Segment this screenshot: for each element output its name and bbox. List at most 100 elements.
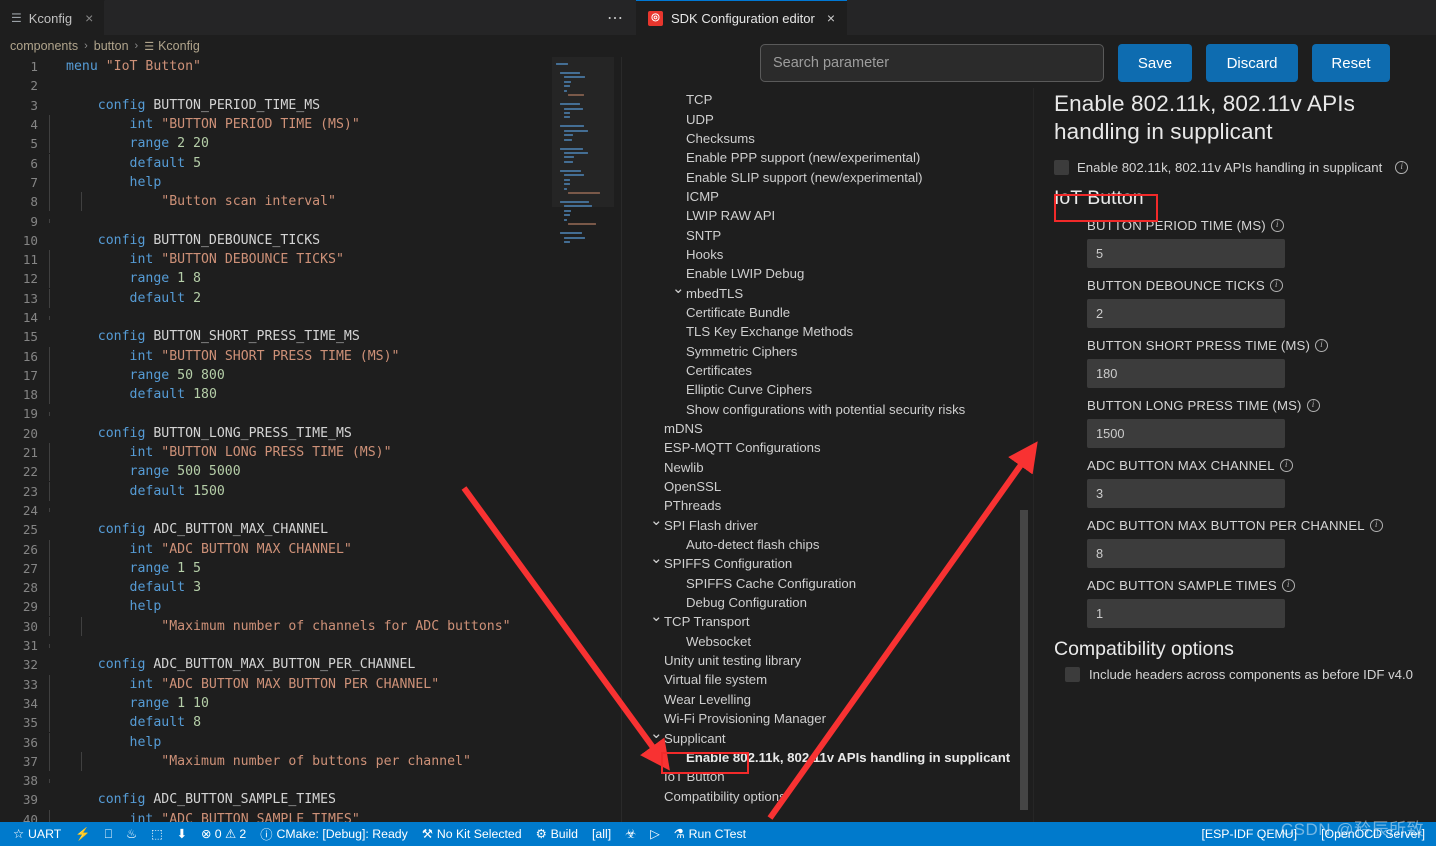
- compat-checkbox[interactable]: [1065, 666, 1080, 682]
- status-openocd-server[interactable]: [OpenOCD Server]: [1314, 822, 1432, 846]
- config-tree-item[interactable]: ESP-MQTT Configurations: [650, 438, 1034, 457]
- config-tree-item[interactable]: Certificate Bundle: [650, 303, 1034, 322]
- code-text: help: [38, 172, 161, 192]
- chevron-down-icon[interactable]: ⌄: [672, 281, 686, 296]
- line-number: 20: [22, 425, 38, 441]
- config-tree-item[interactable]: UDP: [650, 109, 1034, 128]
- info-icon[interactable]: i: [1315, 338, 1329, 352]
- search-input[interactable]: [760, 44, 1104, 82]
- config-field-input[interactable]: [1087, 238, 1285, 268]
- minimap-line: [564, 205, 593, 208]
- config-tree[interactable]: TCP UDP Checksums Enable PPP support (new/e…: [636, 88, 1034, 822]
- config-tree-item[interactable]: TLS Key Exchange Methods: [650, 322, 1034, 341]
- config-field-input[interactable]: [1087, 478, 1285, 508]
- code-content[interactable]: 1 menu "IoT Button" 2 3 config BUTTON_PERIO…: [0, 57, 636, 822]
- chevron-down-icon[interactable]: ⌄: [650, 726, 664, 741]
- config-tree-item[interactable]: Certificates: [650, 361, 1034, 380]
- code-line: 37 "Maximum number of buttons per channe…: [0, 751, 636, 771]
- config-tree-item[interactable]: Debug Configuration: [650, 593, 1034, 612]
- config-tree-item[interactable]: ⌄ mbedTLS: [650, 281, 1034, 302]
- config-tree-item[interactable]: Enable SLIP support (new/experimental): [650, 167, 1034, 186]
- config-tree-item[interactable]: ⌄ SPIFFS Configuration: [650, 551, 1034, 573]
- status-item-star[interactable]: ☆ UART: [6, 822, 68, 846]
- info-icon[interactable]: i: [1269, 278, 1283, 292]
- config-tree-item[interactable]: ⌄ SPI Flash driver: [650, 513, 1034, 535]
- status-item-monitor[interactable]: ⎕: [98, 822, 119, 846]
- config-tree-item[interactable]: Enable 802.11k, 802.11v APIs handling in…: [650, 748, 1034, 767]
- config-tree-item[interactable]: SNTP: [650, 225, 1034, 244]
- status-item-terminal[interactable]: ⬚: [144, 822, 170, 846]
- code-text: int "BUTTON LONG PRESS TIME (MS)": [38, 443, 392, 463]
- status-item-download[interactable]: ⬇: [170, 822, 194, 846]
- config-field-input[interactable]: [1087, 418, 1285, 448]
- config-tree-item[interactable]: Unity unit testing library: [650, 651, 1034, 670]
- supplicant-checkbox[interactable]: [1054, 159, 1069, 175]
- config-tree-item[interactable]: ICMP: [650, 187, 1034, 206]
- minimap-viewport[interactable]: [552, 57, 614, 207]
- status-item-error-warning[interactable]: ⊗ 0 ⚠ 2: [194, 822, 253, 846]
- status-item-tools[interactable]: ⚒ No Kit Selected: [415, 822, 529, 846]
- breadcrumb-item-kconfig[interactable]: ☰ Kconfig: [144, 39, 200, 53]
- config-field-input[interactable]: [1087, 538, 1285, 568]
- info-icon[interactable]: i: [1279, 458, 1293, 472]
- config-tree-item[interactable]: Auto-detect flash chips: [650, 535, 1034, 554]
- config-tree-item[interactable]: OpenSSL: [650, 477, 1034, 496]
- config-tree-item[interactable]: Symmetric Ciphers: [650, 341, 1034, 360]
- config-tree-item[interactable]: Enable PPP support (new/experimental): [650, 148, 1034, 167]
- tab-kconfig[interactable]: ☰ Kconfig ×: [0, 0, 106, 35]
- config-tree-item[interactable]: Checksums: [650, 129, 1034, 148]
- config-tree-item[interactable]: Virtual file system: [650, 670, 1034, 689]
- status-item-info[interactable]: ⓘ CMake: [Debug]: Ready: [253, 822, 415, 846]
- chevron-down-icon[interactable]: ⌄: [650, 609, 664, 624]
- config-tree-item[interactable]: Websocket: [650, 632, 1034, 651]
- info-icon[interactable]: i: [1395, 160, 1409, 174]
- config-tree-item[interactable]: mDNS: [650, 419, 1034, 438]
- info-icon[interactable]: i: [1306, 398, 1320, 412]
- info-icon[interactable]: i: [1281, 578, 1295, 592]
- info-icon[interactable]: i: [1369, 518, 1383, 532]
- config-tree-item[interactable]: Compatibility options: [650, 786, 1034, 805]
- config-tree-item[interactable]: Wear Levelling: [650, 690, 1034, 709]
- editor-minimap[interactable]: [552, 57, 614, 822]
- supplicant-checkbox-row[interactable]: Enable 802.11k, 802.11v APIs handling in…: [1054, 159, 1420, 175]
- close-icon[interactable]: ×: [85, 10, 93, 26]
- editor-scrollbar[interactable]: [622, 57, 636, 822]
- chevron-down-icon[interactable]: ⌄: [650, 513, 664, 528]
- config-field-input[interactable]: [1087, 298, 1285, 328]
- status-item-flame[interactable]: ♨: [119, 822, 144, 846]
- config-tree-item[interactable]: SPIFFS Cache Configuration: [650, 574, 1034, 593]
- reset-button[interactable]: Reset: [1312, 44, 1390, 82]
- config-tree-item[interactable]: IoT Button: [650, 767, 1034, 786]
- status-item-lightning[interactable]: ⚡: [68, 822, 97, 846]
- info-icon[interactable]: i: [1270, 218, 1284, 232]
- config-tree-item[interactable]: Enable LWIP Debug: [650, 264, 1034, 283]
- breadcrumb-item-button[interactable]: button: [94, 39, 129, 53]
- status-item-play[interactable]: ▷: [643, 822, 666, 846]
- compat-checkbox-row[interactable]: Include headers across components as bef…: [1065, 666, 1420, 682]
- config-tree-item[interactable]: LWIP RAW API: [650, 206, 1034, 225]
- config-field-input[interactable]: [1087, 598, 1285, 628]
- status-item-gear[interactable]: ⚙ Build: [529, 822, 585, 846]
- config-tree-item[interactable]: TCP: [650, 90, 1034, 109]
- config-tree-item[interactable]: ⌄ TCP Transport: [650, 609, 1034, 631]
- config-tree-scrollbar[interactable]: [1020, 510, 1028, 810]
- config-field-input[interactable]: [1087, 358, 1285, 388]
- config-tree-item[interactable]: Show configurations with potential secur…: [650, 400, 1034, 419]
- chevron-down-icon[interactable]: ⌄: [650, 551, 664, 566]
- discard-button[interactable]: Discard: [1206, 44, 1298, 82]
- config-tree-item[interactable]: Hooks: [650, 245, 1034, 264]
- status-esp-idf-qemu[interactable]: [ESP-IDF QEMU]: [1194, 822, 1304, 846]
- tab-sdk-configuration-editor[interactable]: ◎ SDK Configuration editor ×: [636, 0, 847, 35]
- config-tree-item[interactable]: PThreads: [650, 496, 1034, 515]
- config-tree-item[interactable]: Newlib: [650, 458, 1034, 477]
- save-button[interactable]: Save: [1118, 44, 1192, 82]
- status-item-brackets[interactable]: [all]: [585, 822, 618, 846]
- editor-more-actions-icon[interactable]: ⋯: [595, 0, 636, 35]
- status-item-bug[interactable]: ☣: [618, 822, 643, 846]
- config-tree-item[interactable]: Elliptic Curve Ciphers: [650, 380, 1034, 399]
- config-tree-item[interactable]: Wi-Fi Provisioning Manager: [650, 709, 1034, 728]
- config-tree-item[interactable]: ⌄ Supplicant: [650, 726, 1034, 747]
- close-icon[interactable]: ×: [827, 10, 835, 26]
- status-item-flask[interactable]: ⚗ Run CTest: [667, 822, 753, 846]
- breadcrumb-item-components[interactable]: components: [10, 39, 78, 53]
